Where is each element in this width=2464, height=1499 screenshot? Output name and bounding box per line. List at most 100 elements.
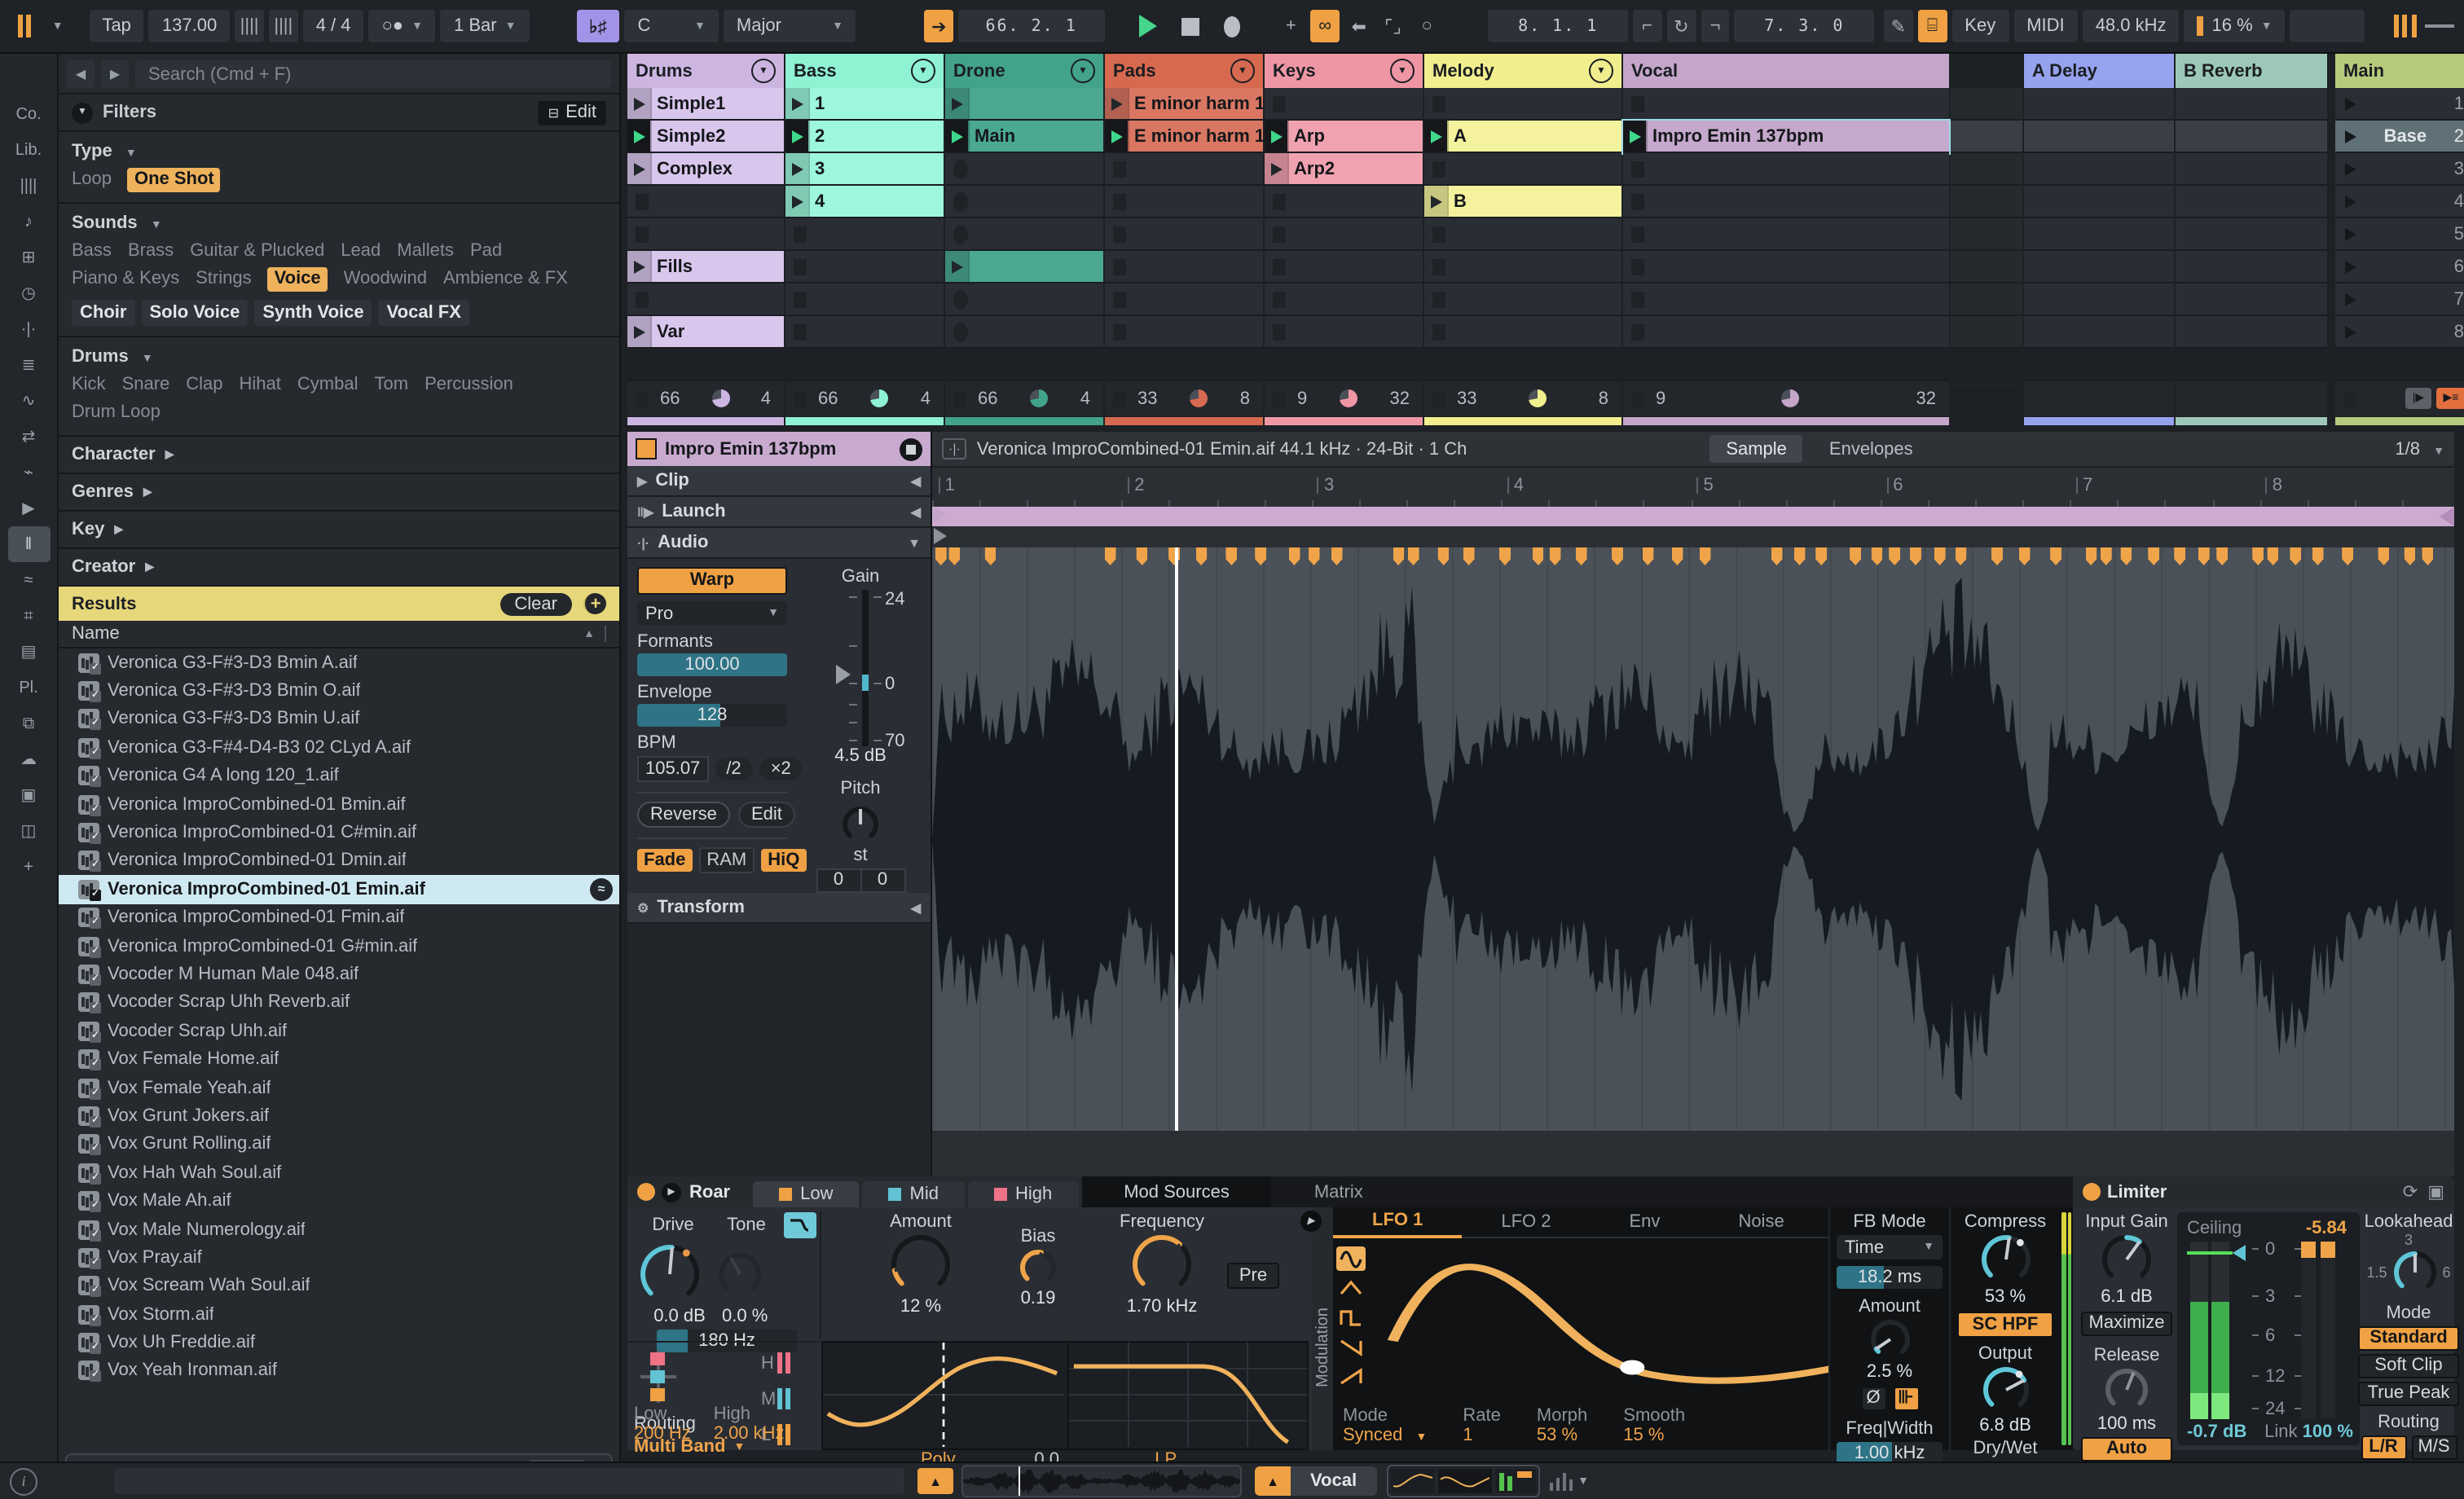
file-row[interactable]: ✓ Veronica ImproCombined-01 Dmin.aif <box>59 846 619 875</box>
reverse-button[interactable]: Reverse <box>637 802 730 828</box>
track-header-drone[interactable]: Drone ▼ <box>945 54 1103 88</box>
edit-filters-button[interactable]: ⊟ Edit <box>538 100 606 125</box>
file-row[interactable]: ✓ Vox Scream Wah Soul.aif <box>59 1272 619 1300</box>
output-meter-icon[interactable] <box>1549 1471 1573 1491</box>
loop-icon[interactable]: ↻ <box>1666 10 1696 42</box>
high-split-value[interactable]: 2.00 kHz <box>714 1424 785 1444</box>
empty-clip-slot[interactable] <box>1265 186 1423 218</box>
return-slot[interactable] <box>2024 284 2174 316</box>
scene-row-8[interactable]: 8 <box>2335 316 2464 349</box>
tone-value[interactable]: 0.0 % <box>722 1307 768 1326</box>
play-button[interactable] <box>1139 15 1158 37</box>
punch-out-icon[interactable]: ¬ <box>1701 10 1730 42</box>
save-clip-icon[interactable] <box>900 437 922 460</box>
track-header-bass[interactable]: Bass ▼ <box>785 54 944 88</box>
edit-sample-button[interactable]: Edit <box>737 802 795 828</box>
filter-tag-tom[interactable]: Tom <box>375 373 409 398</box>
waveform-display[interactable] <box>932 547 2454 1131</box>
info-view-icon[interactable]: i <box>10 1467 37 1495</box>
filter-section-creator[interactable]: Creator ▶ <box>59 549 619 587</box>
rail-item-[interactable]: ≈ <box>7 562 50 598</box>
sc-hpf-button[interactable]: SC HPF <box>1957 1312 2053 1338</box>
lfo-tab-lfo-2[interactable]: LFO 2 <box>1462 1207 1590 1237</box>
clip-color-swatch[interactable] <box>636 438 657 459</box>
start-marker-lane[interactable] <box>932 526 2454 549</box>
midi-map-button[interactable]: MIDI <box>2013 10 2078 42</box>
roar-band-tab-high[interactable]: High <box>967 1181 1079 1207</box>
lfo-mode-menu[interactable]: Synced ▼ <box>1343 1426 1427 1445</box>
return-slot[interactable] <box>2024 316 2174 349</box>
return-slot[interactable] <box>2176 88 2327 121</box>
filter-tag-hihat[interactable]: Hihat <box>240 373 281 398</box>
return-header[interactable]: B Reverb <box>2176 54 2327 88</box>
filter-tag-drum-loop[interactable]: Drum Loop <box>72 401 161 425</box>
limiter-routing-ms[interactable]: M/S <box>2411 1435 2457 1460</box>
track-status-drums[interactable]: 66 4 <box>627 380 784 415</box>
frequency-knob[interactable] <box>1129 1232 1195 1297</box>
rail-item-co[interactable]: Co. <box>7 96 50 132</box>
return-slot[interactable] <box>2176 251 2327 284</box>
record-button[interactable] <box>1224 15 1241 37</box>
formants-slider[interactable]: 100.00 <box>637 653 787 676</box>
filter-tag-mallets[interactable]: Mallets <box>397 240 454 264</box>
tempo-field[interactable]: 137.00 <box>148 10 231 42</box>
subfilter-chip-synth-voice[interactable]: Synth Voice <box>254 300 372 326</box>
rail-item-[interactable]: ∿ <box>7 383 50 419</box>
scene-row-6[interactable]: 6 <box>2335 251 2464 284</box>
beat-ruler[interactable]: 12345678 <box>932 468 2454 507</box>
file-row[interactable]: ✓ Vocoder M Human Male 048.aif <box>59 961 619 989</box>
main-track-header[interactable]: Main <box>2335 54 2464 88</box>
add-filter-button[interactable]: + <box>583 593 606 614</box>
empty-clip-slot[interactable] <box>1265 88 1423 121</box>
filter-curve[interactable] <box>1069 1343 1307 1447</box>
empty-clip-slot[interactable] <box>627 284 784 316</box>
subfilter-chip-choir[interactable]: Choir <box>72 300 135 326</box>
drive-value[interactable]: 0.0 dB <box>637 1307 722 1326</box>
browser-forward-icon[interactable]: ▶ <box>101 60 129 88</box>
audio-section-row[interactable]: ·|· Audio ▼ <box>627 528 931 559</box>
fb-spectrum-button[interactable]: ⊪ <box>1893 1387 1919 1411</box>
fb-amount-value[interactable]: 2.5 % <box>1867 1362 1912 1382</box>
clip-slot[interactable]: E minor harm 137b <box>1105 121 1263 153</box>
empty-clip-slot[interactable] <box>1623 284 1949 316</box>
mod-panel-tab-mod-sources[interactable]: Mod Sources <box>1081 1176 1272 1207</box>
file-row[interactable]: ✓ Veronica G3-F#3-D3 Bmin A.aif <box>59 648 619 677</box>
return-slot[interactable] <box>2024 218 2174 251</box>
empty-clip-slot[interactable] <box>1623 251 1949 284</box>
file-row[interactable]: ✓ Vocoder Scrap Uhh Reverb.aif <box>59 988 619 1017</box>
filter-tag-piano---keys[interactable]: Piano & Keys <box>72 267 179 292</box>
time-signature-field[interactable]: 4 / 4 <box>302 10 364 42</box>
punch-in-icon[interactable]: ⌐ <box>1632 10 1662 42</box>
drums-section-title[interactable]: Drums ▼ <box>72 347 606 367</box>
filter-tag-brass[interactable]: Brass <box>128 240 174 264</box>
track-status-melody[interactable]: 33 8 <box>1424 380 1621 415</box>
tab-sample[interactable]: Sample <box>1709 435 1803 463</box>
input-gain-value[interactable]: 6.1 dB <box>2101 1287 2153 1307</box>
track-header-vocal[interactable]: Vocal <box>1623 54 1949 88</box>
scale-menu[interactable]: Major ▼ <box>723 10 856 42</box>
sounds-section-title[interactable]: Sounds ▼ <box>72 213 606 233</box>
loop-length-field[interactable]: 7. 3. 0 <box>1734 10 1874 42</box>
filter-tag-cymbal[interactable]: Cymbal <box>297 373 359 398</box>
track-status-bass[interactable]: 66 4 <box>785 380 944 415</box>
file-row[interactable]: ✓ Veronica G3-F#3-D3 Bmin U.aif <box>59 706 619 734</box>
empty-clip-slot[interactable] <box>1623 186 1949 218</box>
cpu-meter[interactable]: 16 % ▼ <box>2184 10 2286 42</box>
scene-row-7[interactable]: 7 <box>2335 284 2464 316</box>
rail-item-[interactable]: ⌁ <box>7 455 50 490</box>
root-note-menu[interactable]: C ▼ <box>624 10 719 42</box>
file-row[interactable]: ✓ Vox Female Yeah.aif <box>59 1074 619 1102</box>
empty-clip-slot[interactable] <box>945 316 1103 349</box>
return-slot[interactable] <box>2176 284 2327 316</box>
track-header-keys[interactable]: Keys ▼ <box>1265 54 1423 88</box>
output-knob[interactable] <box>1979 1364 2031 1416</box>
empty-clip-slot[interactable] <box>785 251 944 284</box>
drive-knob[interactable] <box>637 1242 702 1307</box>
rail-item-pl[interactable]: Pl. <box>7 670 50 706</box>
show-clip-view-button[interactable]: ▲ <box>917 1468 953 1494</box>
lfo-tab-noise[interactable]: Noise <box>1699 1207 1823 1237</box>
return-slot[interactable] <box>2176 218 2327 251</box>
return-slot[interactable] <box>2024 121 2174 153</box>
filter-tag-pad[interactable]: Pad <box>470 240 502 264</box>
empty-clip-slot[interactable] <box>1265 251 1423 284</box>
